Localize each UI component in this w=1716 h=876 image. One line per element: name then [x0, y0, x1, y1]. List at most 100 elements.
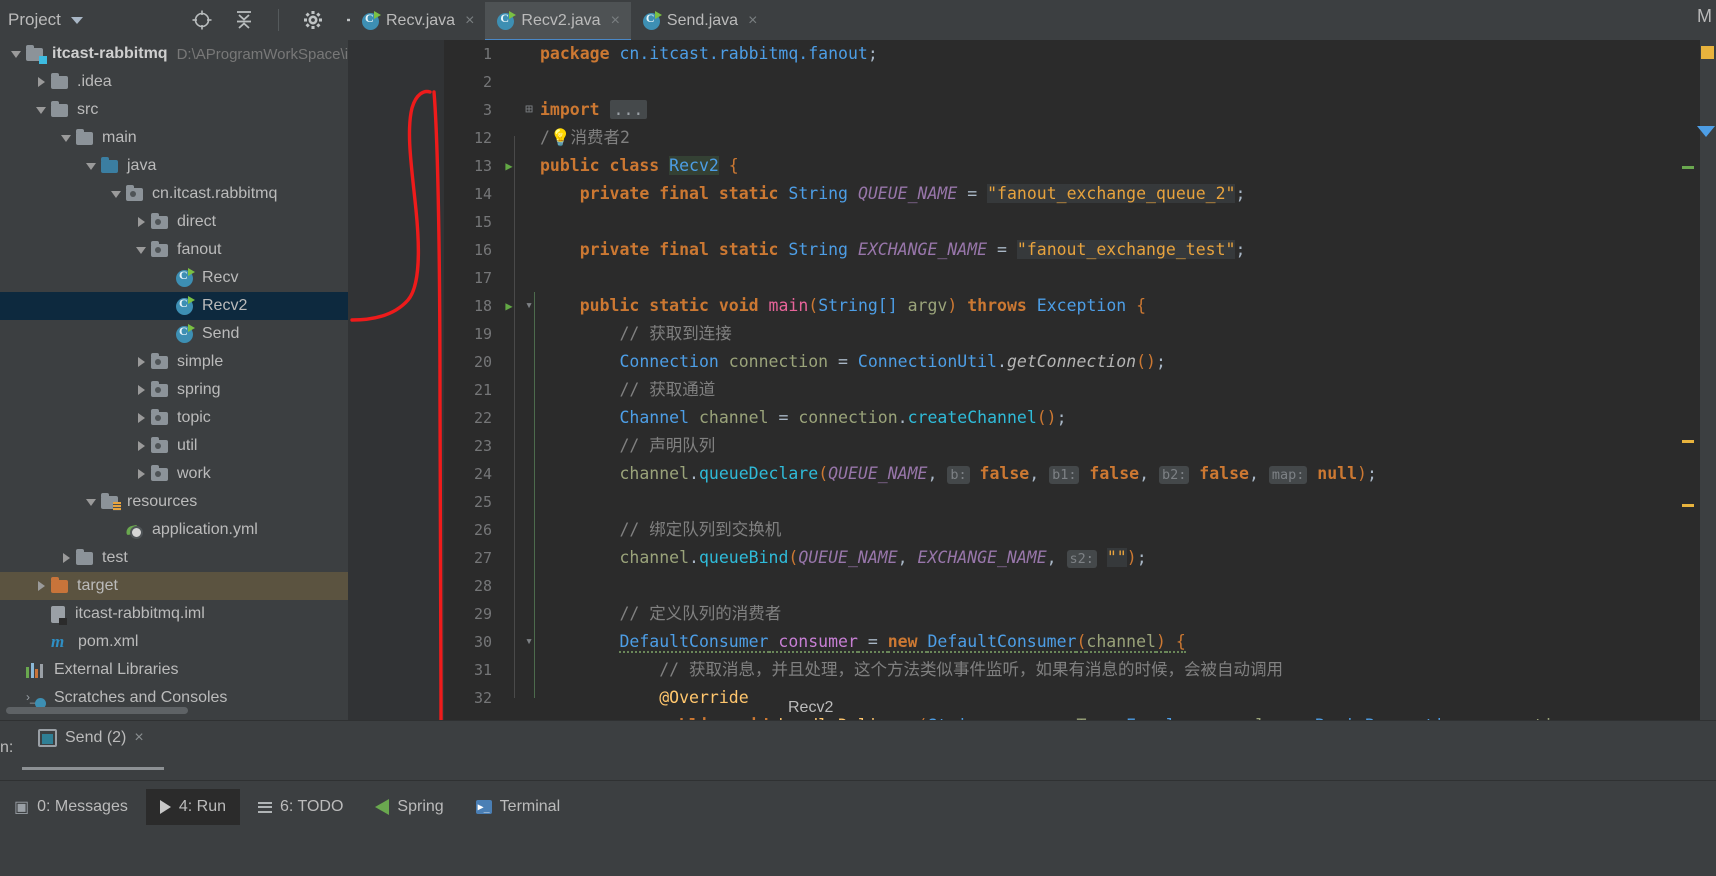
close-icon[interactable]: ×: [465, 12, 474, 30]
run-gutter-icon[interactable]: ▶: [500, 292, 518, 320]
code-text[interactable]: Channel channel = connection.createChann…: [540, 404, 1716, 432]
code-line[interactable]: 14 private final static String QUEUE_NAM…: [444, 180, 1716, 208]
code-text[interactable]: channel.queueDeclare(QUEUE_NAME, b: fals…: [540, 460, 1716, 489]
code-text[interactable]: /💡消费者2: [540, 124, 1716, 152]
code-line[interactable]: 18 ▶ ▾ public static void main(String[] ar…: [444, 292, 1716, 320]
code-text[interactable]: // 绑定队列到交换机: [540, 516, 1716, 544]
warning-marker[interactable]: [1701, 46, 1714, 59]
chevron-right-icon[interactable]: [131, 357, 151, 367]
tree-item-send[interactable]: Send: [0, 320, 348, 348]
code-line[interactable]: 26 // 绑定队列到交换机: [444, 516, 1716, 544]
code-text[interactable]: // 获取通道: [540, 376, 1716, 404]
project-tree[interactable]: itcast-rabbitmq D:\AProgramWorkSpace\id .i…: [0, 40, 348, 720]
chevron-down-icon[interactable]: [1697, 126, 1715, 137]
tree-item-fanout[interactable]: fanout: [0, 236, 348, 264]
code-text[interactable]: // 获取到连接: [540, 320, 1716, 348]
editor-gutter[interactable]: [348, 40, 444, 720]
status-tab-spring[interactable]: Spring: [361, 789, 457, 825]
intention-bulb-icon[interactable]: 💡: [550, 128, 571, 147]
editor-tab-recv[interactable]: Recv.java ×: [350, 2, 485, 40]
run-panel-scrollbar[interactable]: [22, 767, 164, 770]
code-text[interactable]: Connection connection = ConnectionUtil.g…: [540, 348, 1716, 376]
tree-item-work[interactable]: work: [0, 460, 348, 488]
chevron-right-icon[interactable]: [131, 469, 151, 479]
code-line[interactable]: 23 // 声明队列: [444, 432, 1716, 460]
code-line[interactable]: 16 private final static String EXCHANGE_…: [444, 236, 1716, 264]
locate-target-icon[interactable]: [190, 8, 214, 32]
chevron-right-icon[interactable]: [31, 581, 51, 591]
code-line[interactable]: 1 package cn.itcast.rabbitmq.fanout;: [444, 40, 1716, 68]
tree-item-util[interactable]: util: [0, 432, 348, 460]
code-text[interactable]: // 声明队列: [540, 432, 1716, 460]
chevron-right-icon[interactable]: [131, 385, 151, 395]
code-line[interactable]: 27 channel.queueBind(QUEUE_NAME, EXCHANG…: [444, 544, 1716, 572]
tree-item-itcast-rabbitmq-iml[interactable]: itcast-rabbitmq.iml: [0, 600, 348, 628]
code-line[interactable]: 22 Channel channel = connection.createCh…: [444, 404, 1716, 432]
code-text[interactable]: // 获取消息，并且处理，这个方法类似事件监听，如果有消息的时候，会被自动调用: [540, 656, 1716, 684]
code-line[interactable]: 24 channel.queueDeclare(QUEUE_NAME, b: f…: [444, 460, 1716, 488]
tree-item-application-yml[interactable]: application.yml: [0, 516, 348, 544]
chevron-down-icon[interactable]: [56, 134, 76, 142]
tree-horizontal-scrollbar[interactable]: [6, 707, 188, 714]
chevron-down-icon[interactable]: [70, 16, 83, 24]
editor-tab-recv2[interactable]: Recv2.java ×: [485, 2, 631, 42]
code-line[interactable]: 15: [444, 208, 1716, 236]
chevron-down-icon[interactable]: [31, 106, 51, 114]
chevron-down-icon[interactable]: [6, 50, 26, 58]
code-editor[interactable]: 1 package cn.itcast.rabbitmq.fanout; 2 3 ⊞ im…: [348, 40, 1716, 720]
editor-scrollbar[interactable]: [1700, 40, 1716, 720]
breadcrumb[interactable]: Recv2: [788, 699, 833, 717]
close-icon[interactable]: ×: [748, 12, 757, 30]
code-text[interactable]: // 定义队列的消费者: [540, 600, 1716, 628]
chevron-down-icon[interactable]: [106, 190, 126, 198]
status-tab-6-todo[interactable]: 6: TODO: [244, 789, 357, 825]
status-tab-4-run[interactable]: 4: Run: [145, 789, 240, 825]
code-line[interactable]: 12 /💡消费者2: [444, 124, 1716, 152]
tree-item-itcast-rabbitmq[interactable]: itcast-rabbitmq D:\AProgramWorkSpace\id: [0, 40, 348, 68]
status-tab-0-messages[interactable]: ▣ 0: Messages: [0, 789, 142, 825]
chevron-down-icon[interactable]: [81, 498, 101, 506]
code-text[interactable]: public class Recv2 {: [540, 152, 1716, 180]
code-line[interactable]: 2: [444, 68, 1716, 96]
code-text[interactable]: @Override: [540, 684, 1716, 712]
override-gutter-icon[interactable]: ◎↑: [500, 712, 518, 720]
tree-item-recv[interactable]: Recv: [0, 264, 348, 292]
code-text[interactable]: package cn.itcast.rabbitmq.fanout;: [540, 40, 1716, 68]
tree-item-external-libraries[interactable]: External Libraries: [0, 656, 348, 684]
run-tab-send[interactable]: Send (2) ×: [38, 729, 144, 747]
tree-item-main[interactable]: main: [0, 124, 348, 152]
code-line[interactable]: 21 // 获取通道: [444, 376, 1716, 404]
chevron-right-icon[interactable]: [56, 553, 76, 563]
tree-item-direct[interactable]: direct: [0, 208, 348, 236]
code-line[interactable]: 31 // 获取消息，并且处理，这个方法类似事件监听，如果有消息的时候，会被自动…: [444, 656, 1716, 684]
close-icon[interactable]: ×: [134, 729, 143, 747]
code-line[interactable]: 17: [444, 264, 1716, 292]
tree-item-resources[interactable]: resources: [0, 488, 348, 516]
run-gutter-icon[interactable]: ▶: [500, 152, 518, 180]
project-panel-title[interactable]: Project: [0, 0, 172, 40]
code-text[interactable]: private final static String QUEUE_NAME =…: [540, 180, 1716, 208]
code-text[interactable]: import ...: [540, 96, 1716, 124]
code-line[interactable]: 30 ▾ DefaultConsumer consumer = new Defau…: [444, 628, 1716, 656]
chevron-right-icon[interactable]: [131, 217, 151, 227]
tree-item-simple[interactable]: simple: [0, 348, 348, 376]
collapse-all-icon[interactable]: [232, 8, 256, 32]
editor-tab-send[interactable]: Send.java ×: [631, 2, 769, 40]
tree-item-test[interactable]: test: [0, 544, 348, 572]
code-line[interactable]: 19 // 获取到连接: [444, 320, 1716, 348]
code-text[interactable]: private final static String EXCHANGE_NAM…: [540, 236, 1716, 264]
code-text[interactable]: DefaultConsumer consumer = new DefaultCo…: [540, 628, 1716, 656]
code-line[interactable]: 13 ▶ public class Recv2 {: [444, 152, 1716, 180]
chevron-down-icon[interactable]: [81, 162, 101, 170]
tree-item-target[interactable]: target: [0, 572, 348, 600]
tree-item-cn-itcast-rabbitmq[interactable]: cn.itcast.rabbitmq: [0, 180, 348, 208]
code-text[interactable]: public static void main(String[] argv) t…: [540, 292, 1716, 320]
code-line[interactable]: 3 ⊞ import ...: [444, 96, 1716, 124]
code-line[interactable]: 20 Connection connection = ConnectionUti…: [444, 348, 1716, 376]
gear-icon[interactable]: [301, 8, 325, 32]
code-line[interactable]: 33 ◎↑ public void handleDelivery(String c…: [444, 712, 1716, 720]
chevron-right-icon[interactable]: [131, 441, 151, 451]
code-content[interactable]: 1 package cn.itcast.rabbitmq.fanout; 2 3 ⊞ im…: [444, 40, 1716, 720]
chevron-right-icon[interactable]: [31, 77, 51, 87]
chevron-down-icon[interactable]: [131, 246, 151, 254]
